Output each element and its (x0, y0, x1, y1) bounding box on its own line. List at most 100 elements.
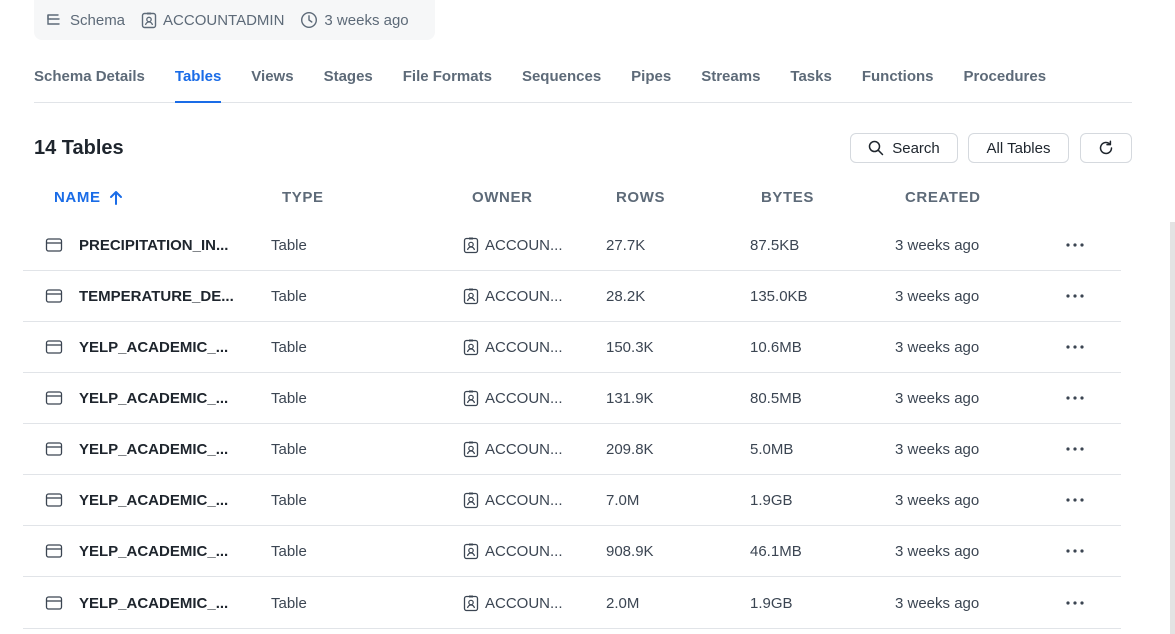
table-row-count: 27.7K (606, 236, 646, 254)
table-bytes: 80.5MB (750, 389, 802, 407)
table-row[interactable]: YELP_ACADEMIC_... Table ACCOUN... 2.0M 1… (23, 578, 1121, 629)
tab-schema-details[interactable]: Schema Details (34, 58, 145, 103)
table-created: 3 weeks ago (895, 389, 980, 407)
more-actions-icon[interactable] (1065, 475, 1085, 525)
more-actions-icon[interactable] (1065, 373, 1085, 423)
table-name[interactable]: TEMPERATURE_DE... (79, 271, 234, 321)
column-header-type[interactable]: TYPE (282, 189, 324, 206)
table-name[interactable]: YELP_ACADEMIC_... (79, 475, 228, 525)
sort-ascending-arrow-icon (109, 190, 122, 205)
table-type: Table (271, 389, 307, 407)
table-row[interactable]: TEMPERATURE_DE... Table ACCOUN... 28.2K … (23, 271, 1121, 322)
table-created: 3 weeks ago (895, 594, 980, 612)
table-owner-label: ACCOUN... (485, 236, 563, 254)
more-actions-icon[interactable] (1065, 526, 1085, 576)
tab-tasks[interactable]: Tasks (790, 58, 831, 103)
column-header-owner[interactable]: OWNER (472, 189, 533, 206)
table-created: 3 weeks ago (895, 338, 980, 356)
schema-type-label: Schema (70, 11, 126, 29)
table-name[interactable]: YELP_ACADEMIC_... (79, 373, 228, 423)
search-button[interactable]: Search (850, 133, 958, 163)
table-name[interactable]: PRECIPITATION_IN... (79, 220, 228, 270)
table-row[interactable]: YELP_ACADEMIC_... Table ACCOUN... 150.3K… (23, 322, 1121, 373)
schema-created: 3 weeks ago (300, 11, 409, 29)
table-owner-label: ACCOUN... (485, 491, 563, 509)
table-owner: ACCOUN... (463, 424, 563, 474)
tab-pipes[interactable]: Pipes (631, 58, 671, 103)
table-owner: ACCOUN... (463, 220, 563, 270)
table-row[interactable]: YELP_ACADEMIC_... Table ACCOUN... 908.9K… (23, 526, 1121, 577)
table-row[interactable]: PRECIPITATION_IN... Table ACCOUN... 27.7… (23, 220, 1121, 271)
table-owner-label: ACCOUN... (485, 389, 563, 407)
table-owner: ACCOUN... (463, 475, 563, 525)
table-type: Table (271, 594, 307, 612)
table-name[interactable]: YELP_ACADEMIC_... (79, 322, 228, 372)
table-row[interactable]: YELP_ACADEMIC_... Table ACCOUN... 7.0M 1… (23, 475, 1121, 526)
table-type: Table (271, 338, 307, 356)
table-bytes: 1.9GB (750, 594, 793, 612)
tab-procedures[interactable]: Procedures (964, 58, 1047, 103)
more-actions-icon[interactable] (1065, 578, 1085, 628)
search-button-label: Search (892, 139, 940, 157)
table-icon (45, 578, 63, 628)
table-icon (45, 271, 63, 321)
table-created: 3 weeks ago (895, 287, 980, 305)
tab-stages[interactable]: Stages (324, 58, 373, 103)
table-row-count: 209.8K (606, 440, 654, 458)
column-header-rows[interactable]: ROWS (616, 189, 665, 206)
table-type: Table (271, 287, 307, 305)
more-actions-icon[interactable] (1065, 424, 1085, 474)
tab-functions[interactable]: Functions (862, 58, 934, 103)
more-actions-icon[interactable] (1065, 322, 1085, 372)
table-owner: ACCOUN... (463, 271, 563, 321)
table-count-title: 14 Tables (34, 137, 124, 159)
tab-views[interactable]: Views (251, 58, 293, 103)
table-row-count: 2.0M (606, 594, 640, 612)
table-row-count: 28.2K (606, 287, 646, 305)
schema-tabs: Schema Details Tables Views Stages File … (34, 58, 1132, 103)
table-row[interactable]: YELP_ACADEMIC_... Table ACCOUN... 209.8K… (23, 424, 1121, 475)
table-owner: ACCOUN... (463, 373, 563, 423)
table-owner: ACCOUN... (463, 526, 563, 576)
schema-owner-label: ACCOUNTADMIN (163, 11, 285, 29)
table-row-count: 150.3K (606, 338, 654, 356)
table-created: 3 weeks ago (895, 542, 980, 560)
vertical-scrollbar[interactable] (1170, 222, 1175, 634)
table-created: 3 weeks ago (895, 236, 980, 254)
column-header-name-label: NAME (54, 189, 101, 206)
table-type: Table (271, 542, 307, 560)
schema-created-label: 3 weeks ago (324, 11, 409, 29)
table-type: Table (271, 236, 307, 254)
all-tables-filter-button[interactable]: All Tables (968, 133, 1069, 163)
tab-sequences[interactable]: Sequences (522, 58, 601, 103)
owner-badge-icon (463, 492, 479, 509)
tab-file-formats[interactable]: File Formats (403, 58, 492, 103)
table-row[interactable]: YELP_ACADEMIC_... Table ACCOUN... 131.9K… (23, 373, 1121, 424)
column-header-created[interactable]: CREATED (905, 189, 981, 206)
owner-badge-icon (463, 595, 479, 612)
refresh-button[interactable] (1080, 133, 1132, 163)
column-header-bytes[interactable]: BYTES (761, 189, 814, 206)
refresh-icon (1099, 140, 1113, 155)
owner-badge-icon (463, 339, 479, 356)
table-owner-label: ACCOUN... (485, 287, 563, 305)
column-header-name[interactable]: NAME (54, 189, 123, 206)
table-name[interactable]: YELP_ACADEMIC_... (79, 526, 228, 576)
table-owner: ACCOUN... (463, 578, 563, 628)
table-bytes: 46.1MB (750, 542, 802, 560)
tab-streams[interactable]: Streams (701, 58, 760, 103)
table-icon (45, 322, 63, 372)
table-row-count: 7.0M (606, 491, 640, 509)
table-type: Table (271, 440, 307, 458)
more-actions-icon[interactable] (1065, 271, 1085, 321)
table-owner-label: ACCOUN... (485, 594, 563, 612)
table-created: 3 weeks ago (895, 440, 980, 458)
more-actions-icon[interactable] (1065, 220, 1085, 270)
table-name[interactable]: YELP_ACADEMIC_... (79, 424, 228, 474)
table-created: 3 weeks ago (895, 491, 980, 509)
tab-tables[interactable]: Tables (174, 58, 222, 103)
table-bytes: 10.6MB (750, 338, 802, 356)
table-name[interactable]: YELP_ACADEMIC_... (79, 578, 228, 628)
owner-badge-icon (463, 543, 479, 560)
table-bytes: 5.0MB (750, 440, 794, 458)
